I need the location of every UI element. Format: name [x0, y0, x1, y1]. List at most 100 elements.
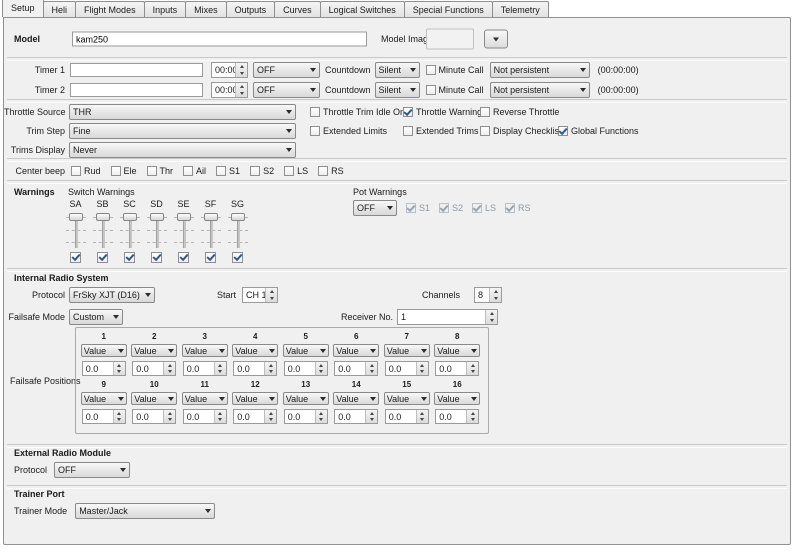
failsafe-value-spinbox[interactable]: 0.0 — [233, 361, 277, 376]
receiver-no-spinbox[interactable]: 1 — [397, 309, 498, 325]
center-beep-ail-checkbox[interactable]: Ail — [183, 166, 206, 176]
timer-2-name-input[interactable] — [70, 83, 203, 97]
failsafe-value-spinbox[interactable]: 0.0 — [284, 361, 328, 376]
timer-2-persistence-select[interactable]: Not persistent — [490, 82, 590, 98]
model-name-input[interactable] — [72, 32, 367, 47]
slider-handle[interactable] — [69, 213, 83, 221]
failsafe-type-select[interactable]: Value — [131, 392, 177, 405]
spinner-down-icon[interactable] — [215, 369, 226, 376]
failsafe-value-spinbox[interactable]: 0.0 — [334, 409, 378, 424]
failsafe-type-select[interactable]: Value — [131, 344, 177, 357]
failsafe-value-spinbox[interactable]: 0.0 — [284, 409, 328, 424]
trim-step-select[interactable]: Fine — [69, 123, 296, 139]
timer-1-persistence-select[interactable]: Not persistent — [490, 62, 590, 78]
spinner-down-icon[interactable] — [316, 417, 327, 424]
spinner-down-icon[interactable] — [417, 417, 428, 424]
switch-position-slider[interactable] — [228, 212, 248, 248]
timer-2-time-spinbox[interactable]: 00:00 — [211, 82, 248, 98]
throttle-trim-idle-only-checkbox[interactable]: Throttle Trim Idle Only — [310, 107, 412, 117]
tab-setup[interactable]: Setup — [2, 0, 44, 17]
failsafe-type-select[interactable]: Value — [434, 392, 480, 405]
failsafe-value-spinbox[interactable]: 0.0 — [233, 409, 277, 424]
timer-2-countdown-select[interactable]: Silent — [375, 82, 420, 98]
timer-1-time-spinbox[interactable]: 00:00 — [211, 62, 248, 78]
failsafe-value-spinbox[interactable]: 0.0 — [435, 409, 479, 424]
model-image-select[interactable] — [426, 29, 474, 50]
timer-2-minute-call-checkbox[interactable]: Minute Call — [426, 85, 484, 95]
spinner-up-icon[interactable] — [490, 288, 501, 295]
spinner-down-icon[interactable] — [215, 417, 226, 424]
center-beep-rud-checkbox[interactable]: Rud — [71, 166, 101, 176]
throttle-warning-checkbox[interactable]: Throttle Warning — [403, 107, 482, 117]
pot-warnings-select[interactable]: OFF — [353, 200, 397, 216]
switch-position-slider[interactable] — [120, 212, 140, 248]
tab-special-functions[interactable]: Special Functions — [404, 1, 493, 17]
tab-inputs[interactable]: Inputs — [144, 1, 187, 17]
failsafe-type-select[interactable]: Value — [283, 392, 329, 405]
spinner-down-icon[interactable] — [236, 70, 247, 77]
center-beep-thr-checkbox[interactable]: Thr — [147, 166, 174, 176]
slider-handle[interactable] — [96, 213, 110, 221]
failsafe-value-spinbox[interactable]: 0.0 — [132, 409, 176, 424]
failsafe-type-select[interactable]: Value — [384, 344, 430, 357]
failsafe-value-spinbox[interactable]: 0.0 — [132, 361, 176, 376]
failsafe-value-spinbox[interactable]: 0.0 — [183, 409, 227, 424]
switch-position-slider[interactable] — [66, 212, 86, 248]
failsafe-value-spinbox[interactable]: 0.0 — [82, 361, 126, 376]
center-beep-rs-checkbox[interactable]: RS — [318, 166, 344, 176]
switch-warning-checkbox[interactable] — [178, 252, 189, 263]
spinner-up-icon[interactable] — [236, 63, 247, 70]
spinner-up-icon[interactable] — [486, 310, 497, 317]
switch-warning-checkbox[interactable] — [151, 252, 162, 263]
spinner-up-icon[interactable] — [266, 288, 277, 295]
spinner-down-icon[interactable] — [265, 369, 276, 376]
failsafe-value-spinbox[interactable]: 0.0 — [385, 409, 429, 424]
switch-position-slider[interactable] — [201, 212, 221, 248]
spinner-down-icon[interactable] — [114, 417, 125, 424]
throttle-source-select[interactable]: THR — [69, 104, 296, 120]
failsafe-type-select[interactable]: Value — [81, 344, 127, 357]
spinner-down-icon[interactable] — [236, 90, 247, 97]
external-protocol-select[interactable]: OFF — [54, 462, 130, 478]
spinner-down-icon[interactable] — [164, 369, 175, 376]
failsafe-type-select[interactable]: Value — [81, 392, 127, 405]
spinner-up-icon[interactable] — [236, 83, 247, 90]
spinner-down-icon[interactable] — [266, 295, 277, 302]
failsafe-type-select[interactable]: Value — [182, 392, 228, 405]
spinner-down-icon[interactable] — [490, 295, 501, 302]
center-beep-s1-checkbox[interactable]: S1 — [216, 166, 240, 176]
spinner-down-icon[interactable] — [316, 369, 327, 376]
display-checklist-checkbox[interactable]: Display Checklist — [480, 126, 562, 136]
slider-handle[interactable] — [231, 213, 245, 221]
model-image-dropdown-button[interactable] — [484, 30, 508, 49]
trims-display-select[interactable]: Never — [69, 142, 296, 158]
slider-handle[interactable] — [177, 213, 191, 221]
tab-telemetry[interactable]: Telemetry — [492, 1, 549, 17]
slider-handle[interactable] — [150, 213, 164, 221]
trainer-mode-select[interactable]: Master/Jack — [75, 503, 215, 519]
spinner-down-icon[interactable] — [366, 417, 377, 424]
spinner-down-icon[interactable] — [114, 369, 125, 376]
switch-warning-checkbox[interactable] — [124, 252, 135, 263]
spinner-down-icon[interactable] — [417, 369, 428, 376]
global-functions-checkbox[interactable]: Global Functions — [558, 126, 639, 136]
timer-1-name-input[interactable] — [70, 63, 203, 77]
failsafe-type-select[interactable]: Value — [232, 344, 278, 357]
extended-limits-checkbox[interactable]: Extended Limits — [310, 126, 387, 136]
start-channel-spinbox[interactable]: CH 1 — [242, 287, 278, 303]
internal-protocol-select[interactable]: FrSky XJT (D16) — [69, 287, 155, 303]
tab-heli[interactable]: Heli — [43, 1, 77, 17]
failsafe-value-spinbox[interactable]: 0.0 — [183, 361, 227, 376]
tab-outputs[interactable]: Outputs — [226, 1, 276, 17]
failsafe-type-select[interactable]: Value — [333, 392, 379, 405]
failsafe-type-select[interactable]: Value — [333, 344, 379, 357]
spinner-down-icon[interactable] — [467, 417, 478, 424]
failsafe-type-select[interactable]: Value — [182, 344, 228, 357]
switch-position-slider[interactable] — [174, 212, 194, 248]
spinner-down-icon[interactable] — [366, 369, 377, 376]
failsafe-type-select[interactable]: Value — [434, 344, 480, 357]
tab-curves[interactable]: Curves — [274, 1, 321, 17]
slider-handle[interactable] — [204, 213, 218, 221]
switch-position-slider[interactable] — [147, 212, 167, 248]
tab-mixes[interactable]: Mixes — [185, 1, 227, 17]
